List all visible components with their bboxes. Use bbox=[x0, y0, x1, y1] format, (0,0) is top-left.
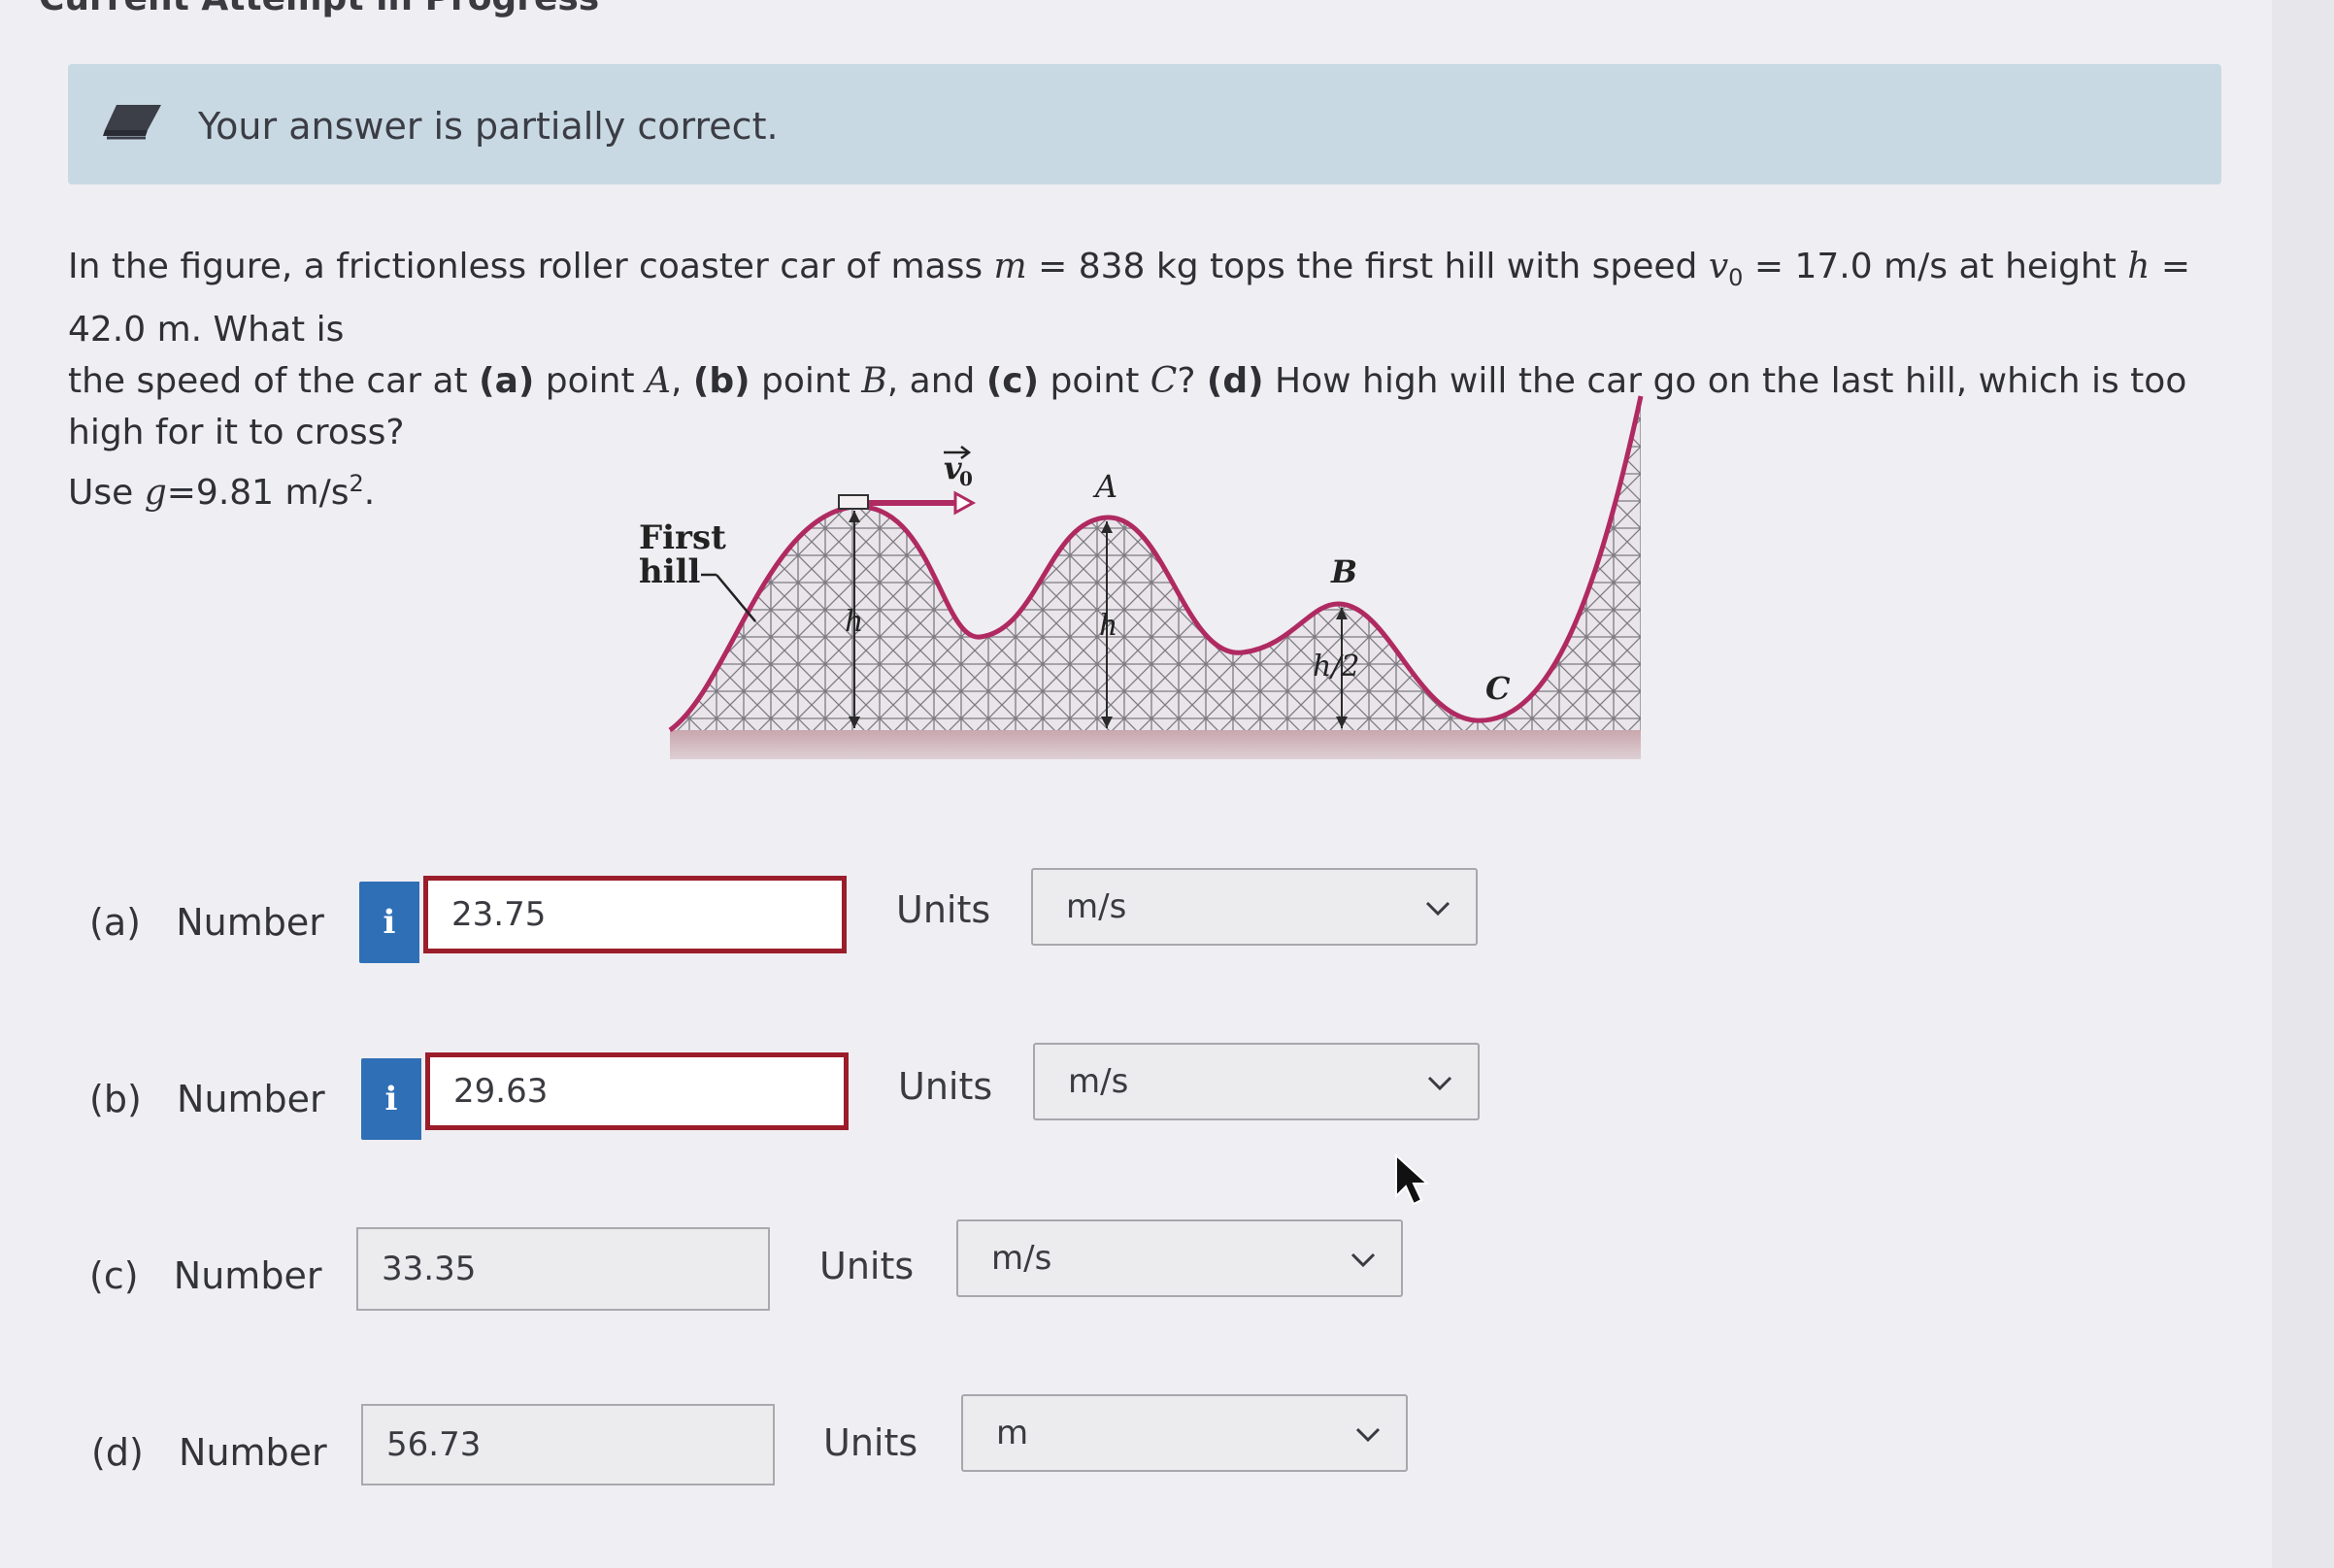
info-button-b[interactable]: i bbox=[361, 1058, 421, 1140]
pencil-icon bbox=[103, 105, 161, 140]
label-h-A: h bbox=[1099, 609, 1117, 643]
units-label-b: Units bbox=[898, 1065, 993, 1108]
info-button-a[interactable]: i bbox=[359, 882, 419, 963]
chevron-down-icon bbox=[1355, 1427, 1381, 1443]
feedback-banner: Your answer is partially correct. bbox=[68, 64, 2221, 184]
feedback-message: Your answer is partially correct. bbox=[198, 105, 779, 148]
label-v0-sub: 0 bbox=[959, 467, 973, 490]
label-B: B bbox=[1330, 553, 1357, 590]
label-C: C bbox=[1485, 670, 1511, 707]
mouse-cursor-icon bbox=[1395, 1153, 1430, 1206]
part-c-label: (c) Number bbox=[89, 1254, 322, 1297]
part-b-label: (b) Number bbox=[89, 1078, 325, 1120]
answer-input-d[interactable]: 56.73 bbox=[361, 1404, 775, 1485]
answer-input-c[interactable]: 33.35 bbox=[356, 1227, 770, 1311]
part-a-label: (a) Number bbox=[89, 901, 324, 944]
units-label-d: Units bbox=[823, 1421, 918, 1464]
units-label-c: Units bbox=[819, 1245, 915, 1287]
units-select-d[interactable]: m bbox=[961, 1394, 1408, 1472]
label-h-first: h bbox=[845, 605, 863, 639]
chevron-down-icon bbox=[1427, 1076, 1452, 1091]
label-h-half: h/2 bbox=[1313, 650, 1360, 684]
label-A: A bbox=[1092, 468, 1117, 505]
info-icon: i bbox=[383, 903, 396, 942]
label-hill: hill bbox=[639, 552, 701, 591]
units-select-b[interactable]: m/s bbox=[1033, 1043, 1480, 1120]
chevron-down-icon bbox=[1425, 901, 1450, 917]
ground-strip bbox=[670, 730, 1641, 759]
units-select-c[interactable]: m/s bbox=[956, 1219, 1403, 1297]
answer-input-b[interactable]: 29.63 bbox=[425, 1052, 849, 1130]
label-first: First bbox=[639, 518, 726, 557]
page-title: Current Attempt in Progress bbox=[39, 0, 599, 18]
info-icon: i bbox=[384, 1080, 398, 1118]
answer-input-a[interactable]: 23.75 bbox=[423, 876, 847, 953]
chevron-down-icon bbox=[1350, 1252, 1376, 1268]
page-background bbox=[0, 0, 2272, 1568]
roller-coaster-figure: First hill v 0 A B C h h h/2 bbox=[639, 395, 1644, 759]
units-label-a: Units bbox=[896, 888, 991, 931]
part-d-label: (d) Number bbox=[91, 1431, 327, 1474]
units-select-a[interactable]: m/s bbox=[1031, 868, 1478, 946]
question-line-1: In the figure, a frictionless roller coa… bbox=[68, 247, 2191, 350]
